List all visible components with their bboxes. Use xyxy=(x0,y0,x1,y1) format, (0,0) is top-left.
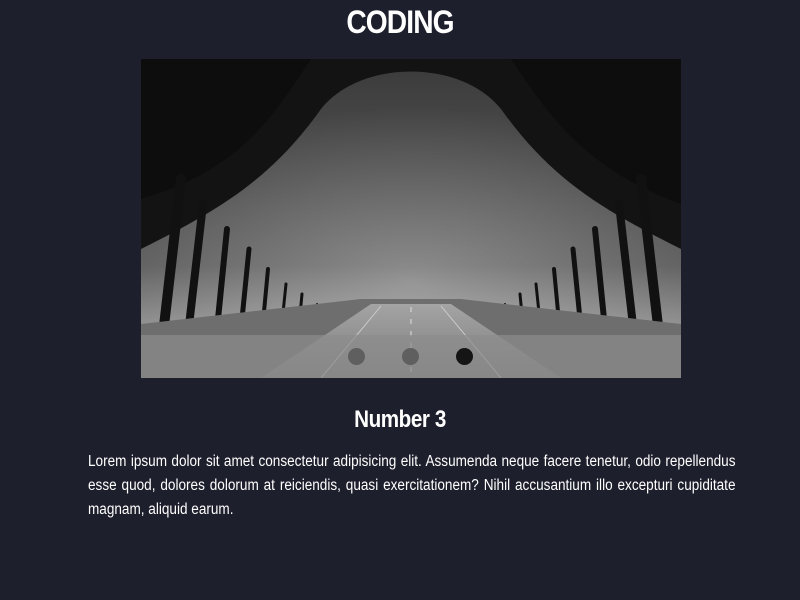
slide-description: Lorem ipsum dolor sit amet consectetur a… xyxy=(88,453,736,518)
page: CODING Number 3 Lorem ipsum dolor sit am… xyxy=(0,0,800,600)
slide-3-dot[interactable] xyxy=(456,348,473,365)
slide-2-dot[interactable] xyxy=(402,348,419,365)
slide-1-dot[interactable] xyxy=(348,348,365,365)
tree-lined-road-image xyxy=(141,59,681,378)
image-slider[interactable] xyxy=(141,59,681,378)
slide-heading: Number 3 xyxy=(354,406,446,433)
page-title: CODING xyxy=(346,4,454,40)
